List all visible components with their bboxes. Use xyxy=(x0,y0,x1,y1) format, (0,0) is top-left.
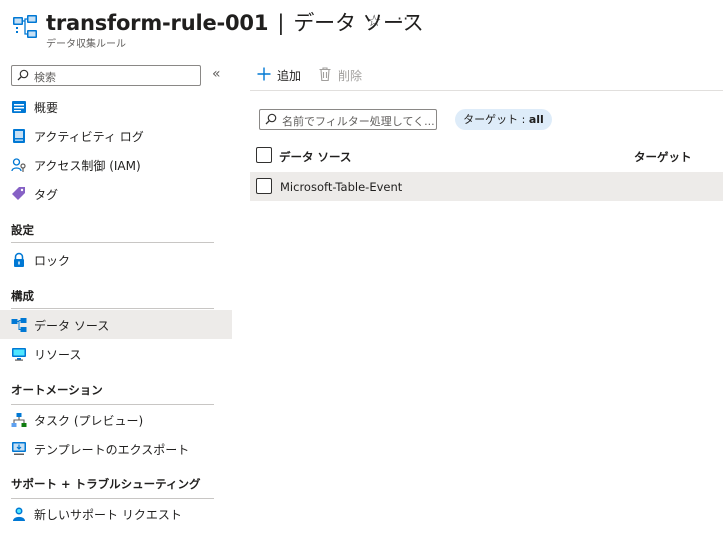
target-filter-pill[interactable]: ターゲット : all xyxy=(455,109,552,130)
row-data-source-name: Microsoft-Table-Event xyxy=(280,180,403,194)
sidebar-item-label: リソース xyxy=(34,348,82,362)
search-icon xyxy=(265,113,277,125)
resource-name: transform-rule-001 xyxy=(46,11,269,35)
export-template-icon xyxy=(12,442,26,455)
sidebar-item-locks[interactable]: ロック xyxy=(0,245,232,274)
data-collection-rule-icon xyxy=(13,15,37,38)
column-header-data-source[interactable]: データ ソース xyxy=(279,149,351,173)
resource-type-subtitle: データ収集ルール xyxy=(46,39,126,50)
iam-icon xyxy=(11,158,26,172)
sidebar-item-label: 概要 xyxy=(34,101,59,115)
trash-icon xyxy=(319,67,331,82)
sidebar-item-tasks[interactable]: タスク (プレビュー) xyxy=(0,405,232,434)
section-settings: 設定 xyxy=(11,223,34,237)
tag-icon xyxy=(12,187,25,200)
add-button-label: 追加 xyxy=(277,69,302,83)
pill-value: all xyxy=(528,113,544,126)
data-sources-icon xyxy=(11,318,27,332)
sidebar: 検索 « 概要 アクティビティ ログ アクセス制御 (IAM) タグ 設定 ロッ… xyxy=(0,58,232,535)
sidebar-item-new-support-request[interactable]: 新しいサポート リクエスト xyxy=(0,499,232,528)
support-request-icon xyxy=(13,507,25,521)
sidebar-item-label: アクセス制御 (IAM) xyxy=(34,159,141,173)
plus-icon xyxy=(257,67,271,81)
sidebar-item-export-template[interactable]: テンプレートのエクスポート xyxy=(0,434,232,463)
overview-icon xyxy=(12,101,26,113)
section-support: サポート + トラブルシューティング xyxy=(11,477,201,491)
sidebar-item-label: タスク (プレビュー) xyxy=(34,414,144,428)
favorite-star-icon[interactable]: ☆ xyxy=(367,11,381,30)
section-divider xyxy=(11,242,214,243)
sidebar-item-label: テンプレートのエクスポート xyxy=(34,443,190,457)
delete-button-label: 削除 xyxy=(338,69,363,83)
section-divider xyxy=(11,308,214,309)
sidebar-item-resources[interactable]: リソース xyxy=(0,339,232,368)
search-icon xyxy=(17,69,29,81)
sidebar-item-tags[interactable]: タグ xyxy=(0,179,232,208)
sidebar-item-label: ロック xyxy=(34,254,71,268)
collapse-sidebar-button[interactable]: « xyxy=(212,66,221,82)
page-header: transform-rule-001 | データ ソース ☆ ··· データ収集… xyxy=(0,0,723,56)
table-row[interactable]: Microsoft-Table-Event xyxy=(250,172,723,201)
sidebar-item-activity-log[interactable]: アクティビティ ログ xyxy=(0,121,232,150)
select-all-checkbox[interactable] xyxy=(256,147,272,163)
sidebar-search-input[interactable]: 検索 xyxy=(11,65,201,86)
activity-log-icon xyxy=(13,129,25,143)
delete-button[interactable]: 削除 xyxy=(317,66,377,84)
title-separator: | xyxy=(277,11,285,35)
sidebar-item-label: 新しいサポート リクエスト xyxy=(34,508,182,522)
row-checkbox[interactable] xyxy=(256,178,272,194)
main-content: 追加 削除 名前でフィルター処理してく... ターゲット : all データ ソ… xyxy=(250,58,723,535)
resources-icon xyxy=(12,348,26,361)
sidebar-item-label: アクティビティ ログ xyxy=(34,130,144,144)
add-button[interactable]: 追加 xyxy=(256,66,316,84)
sidebar-item-overview[interactable]: 概要 xyxy=(0,92,232,121)
pill-label: ターゲット : xyxy=(463,113,529,126)
more-options-icon[interactable]: ··· xyxy=(397,9,415,28)
toolbar-divider xyxy=(250,90,723,91)
tasks-icon xyxy=(11,413,27,427)
filter-placeholder: 名前でフィルター処理してく... xyxy=(282,115,435,128)
section-automation: オートメーション xyxy=(11,383,103,397)
column-header-target[interactable]: ターゲット xyxy=(634,149,692,173)
section-configuration: 構成 xyxy=(11,289,34,303)
lock-icon xyxy=(14,252,24,267)
sidebar-item-iam[interactable]: アクセス制御 (IAM) xyxy=(0,150,232,179)
name-filter-input[interactable]: 名前でフィルター処理してく... xyxy=(259,109,437,130)
sidebar-item-label: タグ xyxy=(34,188,59,202)
sidebar-item-label: データ ソース xyxy=(34,319,110,333)
sidebar-item-data-sources[interactable]: データ ソース xyxy=(0,310,232,339)
search-placeholder: 検索 xyxy=(34,71,56,84)
